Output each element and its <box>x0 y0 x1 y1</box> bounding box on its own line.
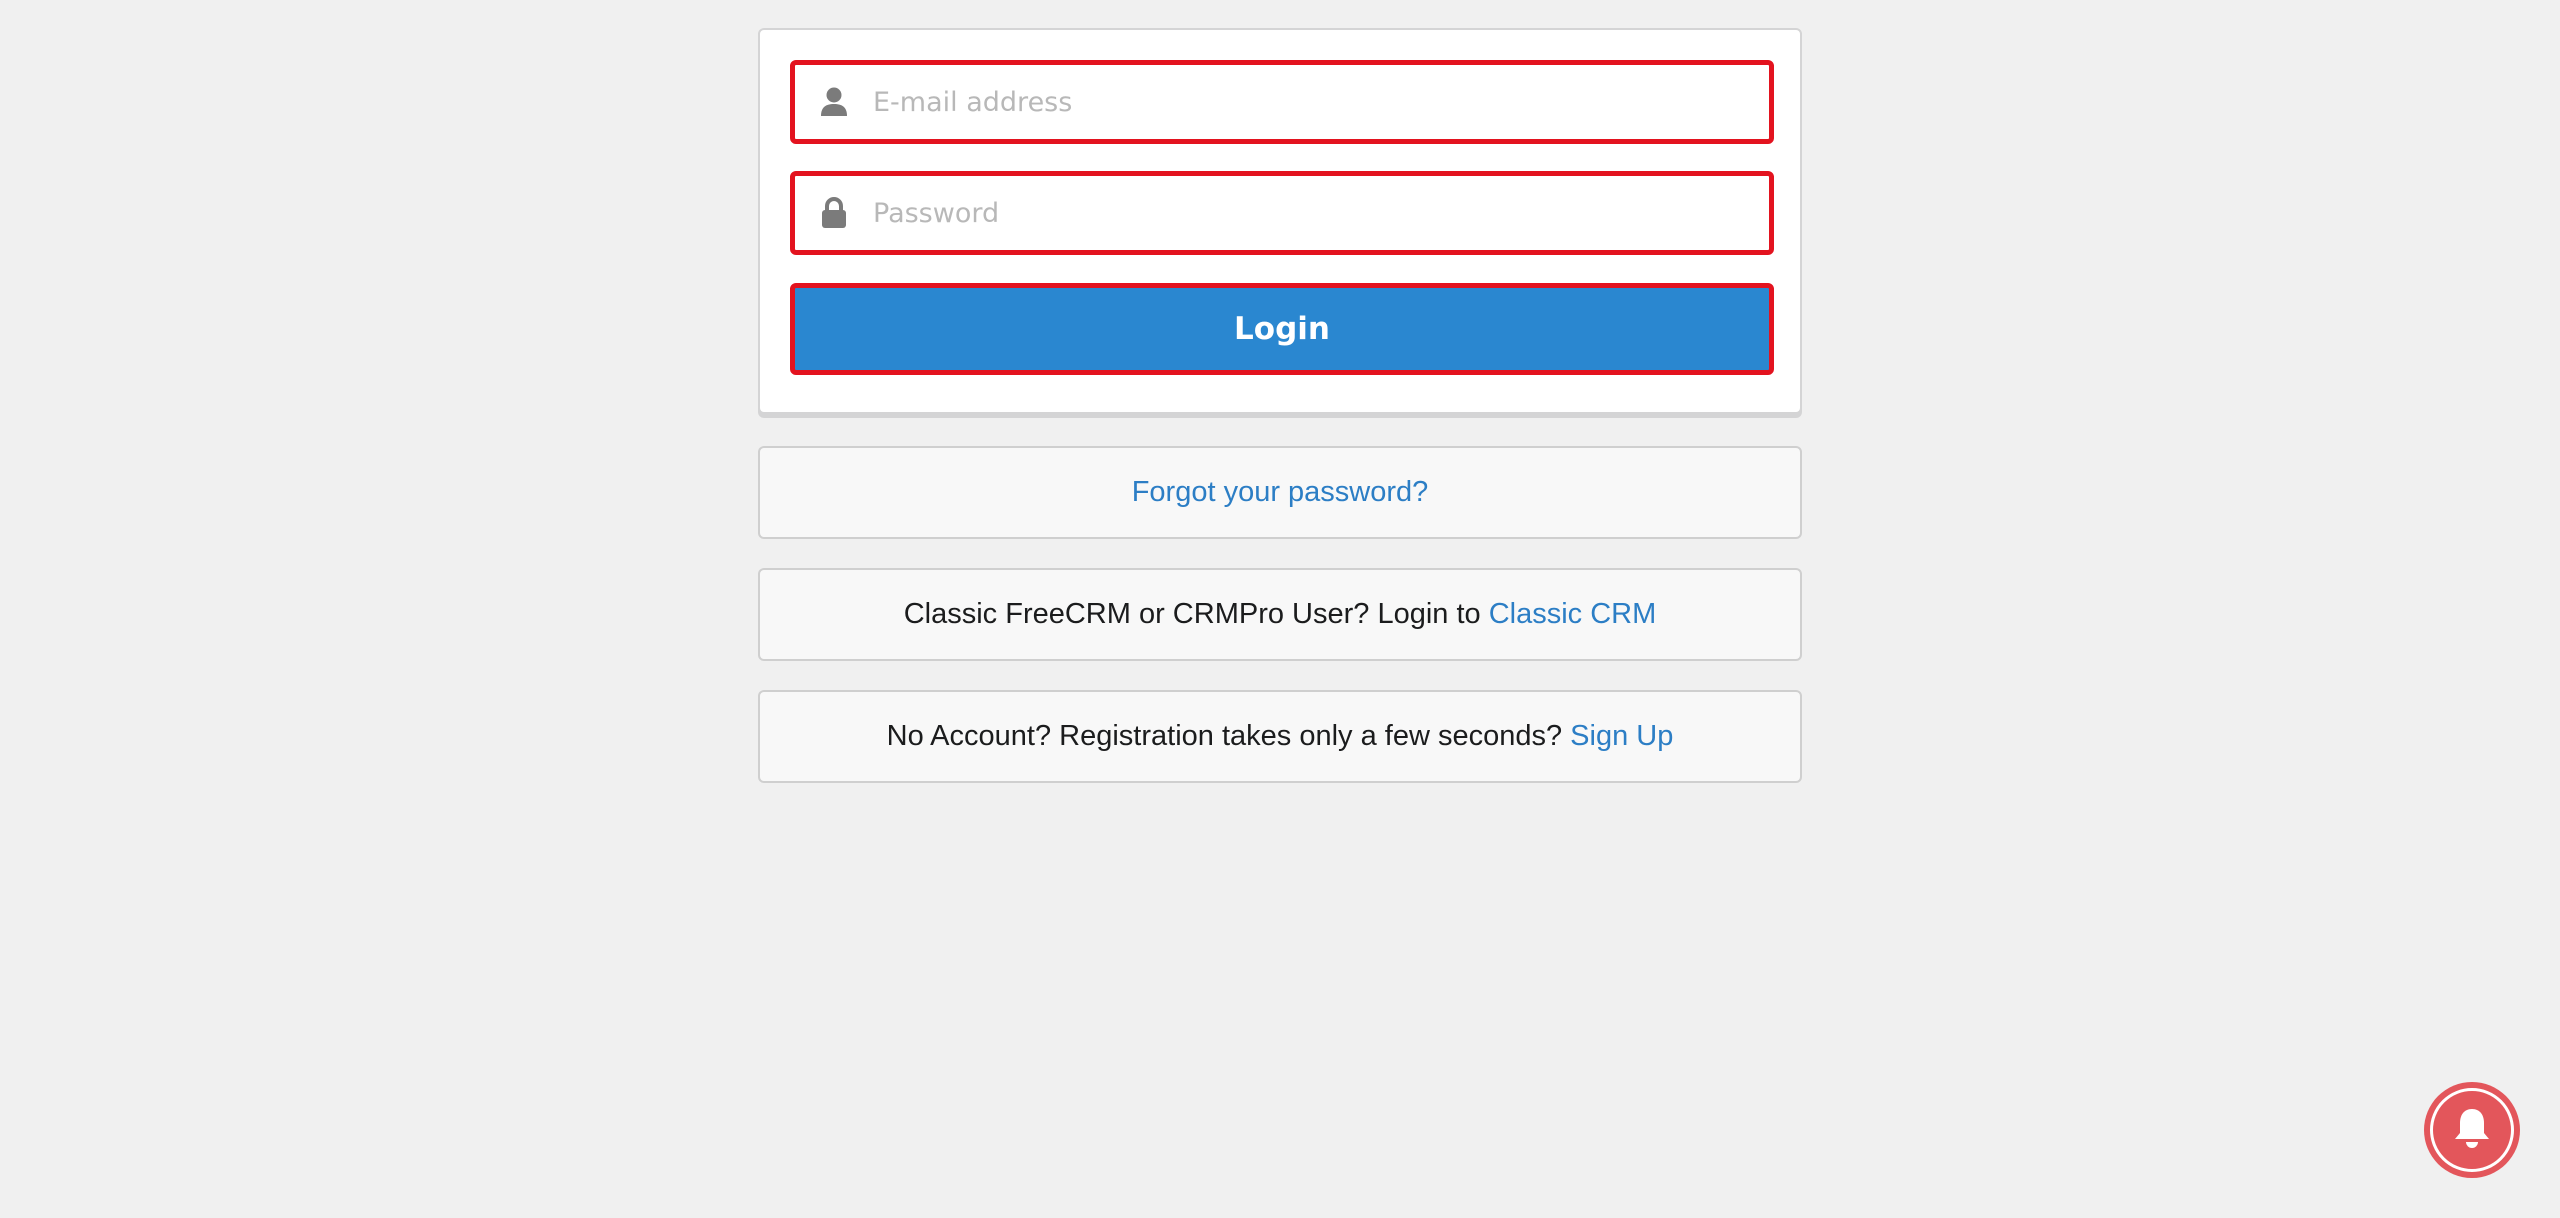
password-field-wrapper[interactable] <box>790 171 1774 255</box>
password-input[interactable] <box>871 182 1755 244</box>
login-form-card: Login <box>758 28 1802 414</box>
notification-bell-button[interactable] <box>2424 1082 2520 1178</box>
forgot-password-link[interactable]: Forgot your password? <box>1132 476 1429 509</box>
bell-ring <box>2430 1088 2514 1172</box>
login-button[interactable]: Login <box>790 283 1774 375</box>
email-field-wrapper[interactable] <box>790 60 1774 144</box>
email-input[interactable] <box>871 71 1755 133</box>
login-page: Login Forgot your password? Classic Free… <box>0 0 2560 1218</box>
user-icon <box>819 85 849 119</box>
lock-icon <box>819 196 849 230</box>
signup-text: No Account? Registration takes only a fe… <box>886 720 1563 752</box>
forgot-password-box: Forgot your password? <box>758 446 1802 539</box>
classic-crm-text: Classic FreeCRM or CRMPro User? Login to <box>903 598 1481 630</box>
signup-box: No Account? Registration takes only a fe… <box>758 690 1802 783</box>
bell-icon <box>2452 1106 2492 1155</box>
signup-link[interactable]: Sign Up <box>1570 720 1673 753</box>
classic-crm-link[interactable]: Classic CRM <box>1489 598 1657 631</box>
classic-crm-box: Classic FreeCRM or CRMPro User? Login to… <box>758 568 1802 661</box>
